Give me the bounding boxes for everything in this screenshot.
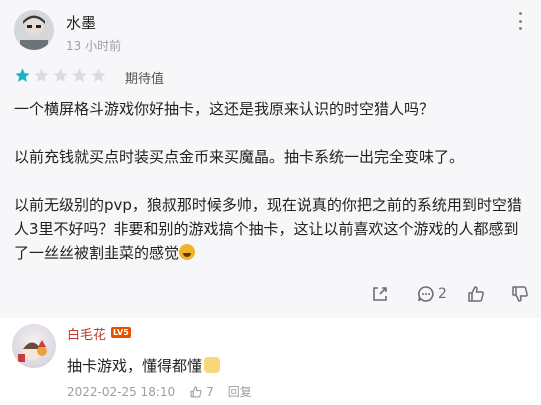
thumbs-up-icon <box>468 286 484 302</box>
avatar[interactable] <box>14 10 54 50</box>
reply-like-button[interactable]: 7 <box>189 385 214 399</box>
comment-button[interactable]: 2 <box>416 283 447 305</box>
reply-avatar-image <box>18 340 47 362</box>
dislike-button[interactable] <box>510 283 530 305</box>
reply-text-content: 抽卡游戏，懂得都懂 <box>67 357 203 375</box>
reply-username[interactable]: 白毛花 <box>67 324 106 343</box>
reply-meta: 2022-02-25 18:10 7 回复 <box>67 383 252 400</box>
review-card: 水墨 13 小时前 期待值 一个横屏格斗游戏你好抽卡，这还是我原来认识的时空猎人… <box>0 0 541 318</box>
review-paragraph: 以前无级别的pvp，狼叔那时候多帅，现在说真的你把之前的系统用到时空猎人3里不好… <box>14 193 526 265</box>
review-paragraph: 以前充钱就买点时装买点金币来买魔晶。抽卡系统一出完全变味了。 <box>14 148 465 166</box>
star-icon <box>72 68 87 82</box>
review-paragraph: 一个横屏格斗游戏你好抽卡，这还是我原来认识的时空猎人吗？ <box>14 100 435 118</box>
share-button[interactable] <box>370 283 390 305</box>
comment-icon <box>418 286 434 302</box>
thumbs-down-icon <box>512 286 528 302</box>
username[interactable]: 水墨 <box>66 12 96 33</box>
cat-emoji-icon <box>204 357 221 373</box>
reply-item: 白毛花 LV5 抽卡游戏，懂得都懂 2022-02-25 18:10 7 回复 <box>0 318 541 405</box>
action-bar: 2 <box>0 283 541 307</box>
share-icon <box>373 287 387 301</box>
reply-button[interactable]: 回复 <box>228 383 252 400</box>
star-icon <box>91 68 106 82</box>
like-button[interactable] <box>466 283 486 305</box>
review-content: 一个横屏格斗游戏你好抽卡，这还是我原来认识的时空猎人吗？ 以前充钱就买点时装买点… <box>14 97 526 265</box>
user-avatar-image <box>14 10 54 50</box>
grimace-emoji-icon <box>179 244 196 260</box>
more-dot <box>518 19 522 23</box>
rating-stars <box>14 67 107 84</box>
more-options-button[interactable] <box>515 12 525 30</box>
more-dot <box>518 12 522 15</box>
reply-like-count: 7 <box>206 384 214 399</box>
more-dot <box>518 27 522 30</box>
comment-count: 2 <box>438 286 447 302</box>
reply-avatar[interactable] <box>12 324 56 368</box>
star-icon <box>53 68 68 82</box>
rating-label: 期待值 <box>125 72 165 87</box>
level-badge: LV5 <box>111 327 131 338</box>
star-icon <box>15 68 30 82</box>
star-icon <box>34 68 49 82</box>
thumbs-up-icon <box>190 386 202 397</box>
review-paragraph-text: 以前无级别的pvp，狼叔那时候多帅，现在说真的你把之前的系统用到时空猎人3里不好… <box>14 196 522 262</box>
reply-text: 抽卡游戏，懂得都懂 <box>67 355 221 376</box>
reply-date: 2022-02-25 18:10 <box>67 384 176 399</box>
timestamp: 13 小时前 <box>66 39 122 53</box>
